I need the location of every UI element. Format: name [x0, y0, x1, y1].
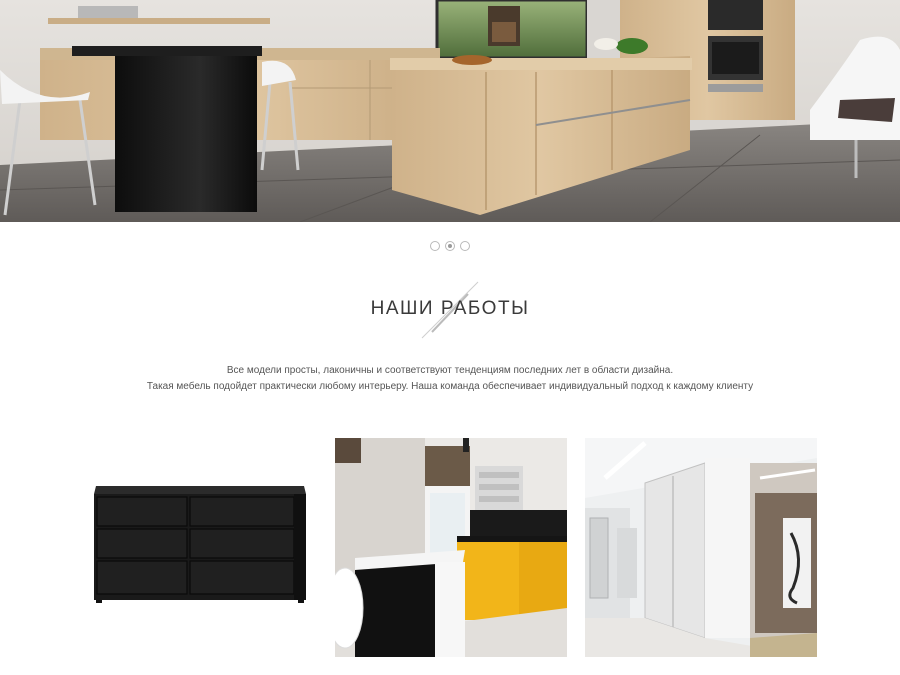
slider-pagination	[0, 241, 900, 251]
gallery-item-black-dresser[interactable]	[84, 438, 316, 657]
slider-dot-2-active[interactable]	[445, 241, 455, 251]
description-line-2: Такая мебель подойдет практически любому…	[146, 381, 754, 392]
section-description: Все модели просты, лаконичны и соответст…	[0, 363, 900, 395]
slider-dot-3[interactable]	[460, 241, 470, 251]
black-dresser-photo	[84, 438, 316, 657]
slider-dot-1[interactable]	[430, 241, 440, 251]
gallery-item-wardrobe-hallway[interactable]	[585, 438, 817, 657]
wardrobe-hallway-photo	[585, 438, 817, 657]
description-line-1: Все модели просты, лаконичны и соответст…	[226, 365, 674, 376]
hero-slider-image	[0, 0, 900, 222]
section-title: НАШИ РАБОТЫ	[370, 298, 530, 319]
yellow-kitchen-photo	[335, 438, 567, 657]
gallery-item-yellow-kitchen[interactable]	[335, 438, 567, 657]
kitchen-hero-illustration	[0, 0, 900, 222]
works-section-header: НАШИ РАБОТЫ	[0, 280, 900, 340]
